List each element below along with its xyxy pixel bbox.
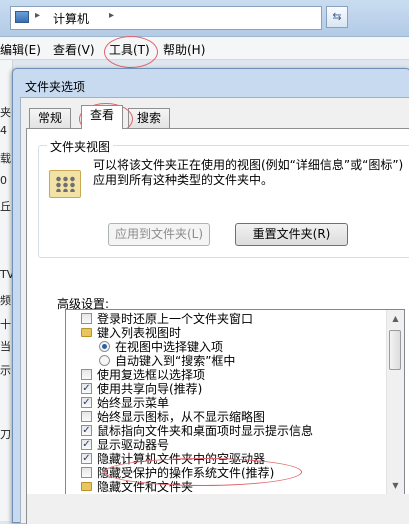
menu-edit[interactable]: 编辑(E) (0, 41, 41, 58)
nav-fragment: 频 (0, 294, 11, 307)
dialog-button-bar (27, 494, 409, 524)
folder-view-group-label: 文件夹视图 (47, 138, 114, 155)
nav-fragment: 丘 (0, 200, 11, 213)
address-path[interactable]: 计算机 (53, 10, 89, 27)
list-item-label: 隐藏计算机文件夹中的空驱动器 (97, 452, 266, 466)
list-scrollbar[interactable]: ▲ ▼ (386, 310, 404, 494)
checkbox-checked[interactable]: ✓ (81, 397, 92, 408)
folder-view-group: 文件夹视图 可以将该文件夹正在使用的视图(例如“详细信息”或“图标”)应用到所有… (38, 138, 409, 258)
list-item[interactable]: ✓ 鼠标指向文件夹和桌面项时显示提示信息 (66, 424, 384, 438)
refresh-icon[interactable]: ⇆ (326, 6, 348, 28)
nav-fragment: 十 (0, 318, 11, 331)
nav-fragment: 示 (0, 364, 11, 377)
radio-button[interactable] (99, 341, 110, 352)
nav-fragment: 当 (0, 340, 11, 353)
chevron-right-icon[interactable]: ▸ (35, 10, 40, 21)
list-item-label: 使用复选框以选择项 (97, 368, 206, 382)
tab-view[interactable]: 查看 (81, 105, 124, 129)
checkbox-checked[interactable]: ✓ (81, 383, 92, 394)
dialog-title: 文件夹选项 (25, 80, 86, 94)
list-item-label: 显示驱动器号 (97, 438, 170, 452)
list-item[interactable]: 始终显示图标，从不显示缩略图 (66, 410, 384, 424)
apply-to-folders-button[interactable]: 应用到文件夹(L) (108, 223, 210, 246)
list-item-label: 在视图中选择键入项 (115, 340, 224, 354)
checkbox[interactable] (81, 313, 92, 324)
folder-view-icon (49, 170, 81, 198)
list-item-label: 隐藏文件和文件夹 (97, 480, 194, 494)
reset-folders-button[interactable]: 重置文件夹(R) (235, 223, 348, 246)
dialog-body: 常规 查看 搜索 文件夹视图 可以将该文件夹正在使用的视图(例如“详细信息”或“… (20, 97, 409, 524)
scroll-thumb[interactable] (389, 330, 401, 370)
folder-view-description: 可以将该文件夹正在使用的视图(例如“详细信息”或“图标”)应用到所有这种类型的文… (93, 158, 404, 187)
list-item[interactable]: ✓ 显示驱动器号 (66, 438, 384, 452)
folder-icon (81, 328, 92, 337)
scroll-up-icon[interactable]: ▲ (387, 310, 404, 327)
checkbox[interactable] (81, 467, 92, 478)
address-bar[interactable]: ▸ 计算机 ▸ (10, 6, 322, 30)
list-item[interactable]: 自动键入到“搜索”框中 (66, 354, 384, 368)
nav-fragment: 夹 (0, 106, 11, 119)
list-item-label: 始终显示图标，从不显示缩略图 (97, 410, 266, 424)
nav-fragment: 0 (0, 174, 7, 187)
checkbox-checked[interactable]: ✓ (81, 439, 92, 450)
folder-options-dialog: 文件夹选项 常规 查看 搜索 文件夹视图 可以将该文件夹正在使用的视图(例如“详… (12, 68, 409, 524)
advanced-settings-list[interactable]: 登录时还原上一个文件夹窗口 键入列表视图时 在视图中选择键入项 自动键入到“搜索… (65, 309, 405, 495)
menu-help[interactable]: 帮助(H) (163, 41, 205, 58)
nav-fragment: 4 (0, 124, 7, 137)
list-item[interactable]: 登录时还原上一个文件夹窗口 (66, 312, 384, 326)
tab-general[interactable]: 常规 (29, 108, 72, 128)
chevron-right-icon[interactable]: ▸ (109, 10, 114, 21)
view-tab-panel: 文件夹视图 可以将该文件夹正在使用的视图(例如“详细信息”或“图标”)应用到所有… (26, 128, 409, 524)
list-item: 隐藏文件和文件夹 (66, 480, 384, 494)
menu-tools[interactable]: 工具(T) (109, 41, 150, 58)
list-item-label: 键入列表视图时 (97, 326, 182, 340)
scroll-down-icon[interactable]: ▼ (387, 477, 404, 494)
tab-search[interactable]: 搜索 (128, 108, 171, 128)
list-item-label: 鼠标指向文件夹和桌面项时显示提示信息 (97, 424, 314, 438)
list-item[interactable]: ✓ 隐藏计算机文件夹中的空驱动器 (66, 452, 384, 466)
list-item[interactable]: ✓ 始终显示菜单 (66, 396, 384, 410)
list-item-label: 登录时还原上一个文件夹窗口 (97, 312, 254, 326)
list-item[interactable]: 隐藏受保护的操作系统文件(推荐) (66, 466, 384, 480)
radio-button[interactable] (99, 355, 110, 366)
checkbox-checked[interactable]: ✓ (81, 425, 92, 436)
list-item-label: 使用共享向导(推荐) (97, 382, 203, 396)
list-item[interactable]: 使用复选框以选择项 (66, 368, 384, 382)
explorer-titlebar: ▸ 计算机 ▸ ⇆ (0, 0, 409, 37)
list-item-label: 始终显示菜单 (97, 396, 170, 410)
list-item[interactable]: 在视图中选择键入项 (66, 340, 384, 354)
list-item-label: 自动键入到“搜索”框中 (115, 354, 236, 368)
computer-icon (15, 11, 29, 23)
checkbox[interactable] (81, 369, 92, 380)
nav-fragment: 载 (0, 152, 11, 165)
checkbox[interactable] (81, 411, 92, 422)
menu-view[interactable]: 查看(V) (53, 41, 95, 58)
list-item-label: 隐藏受保护的操作系统文件(推荐) (97, 466, 275, 480)
nav-fragment: 刀 (0, 428, 11, 441)
folder-icon (81, 482, 92, 491)
checkbox-checked[interactable]: ✓ (81, 453, 92, 464)
menu-bar: 编辑(E) 查看(V) 工具(T) 帮助(H) (0, 37, 409, 60)
list-item: 键入列表视图时 (66, 326, 384, 340)
list-item[interactable]: ✓ 使用共享向导(推荐) (66, 382, 384, 396)
